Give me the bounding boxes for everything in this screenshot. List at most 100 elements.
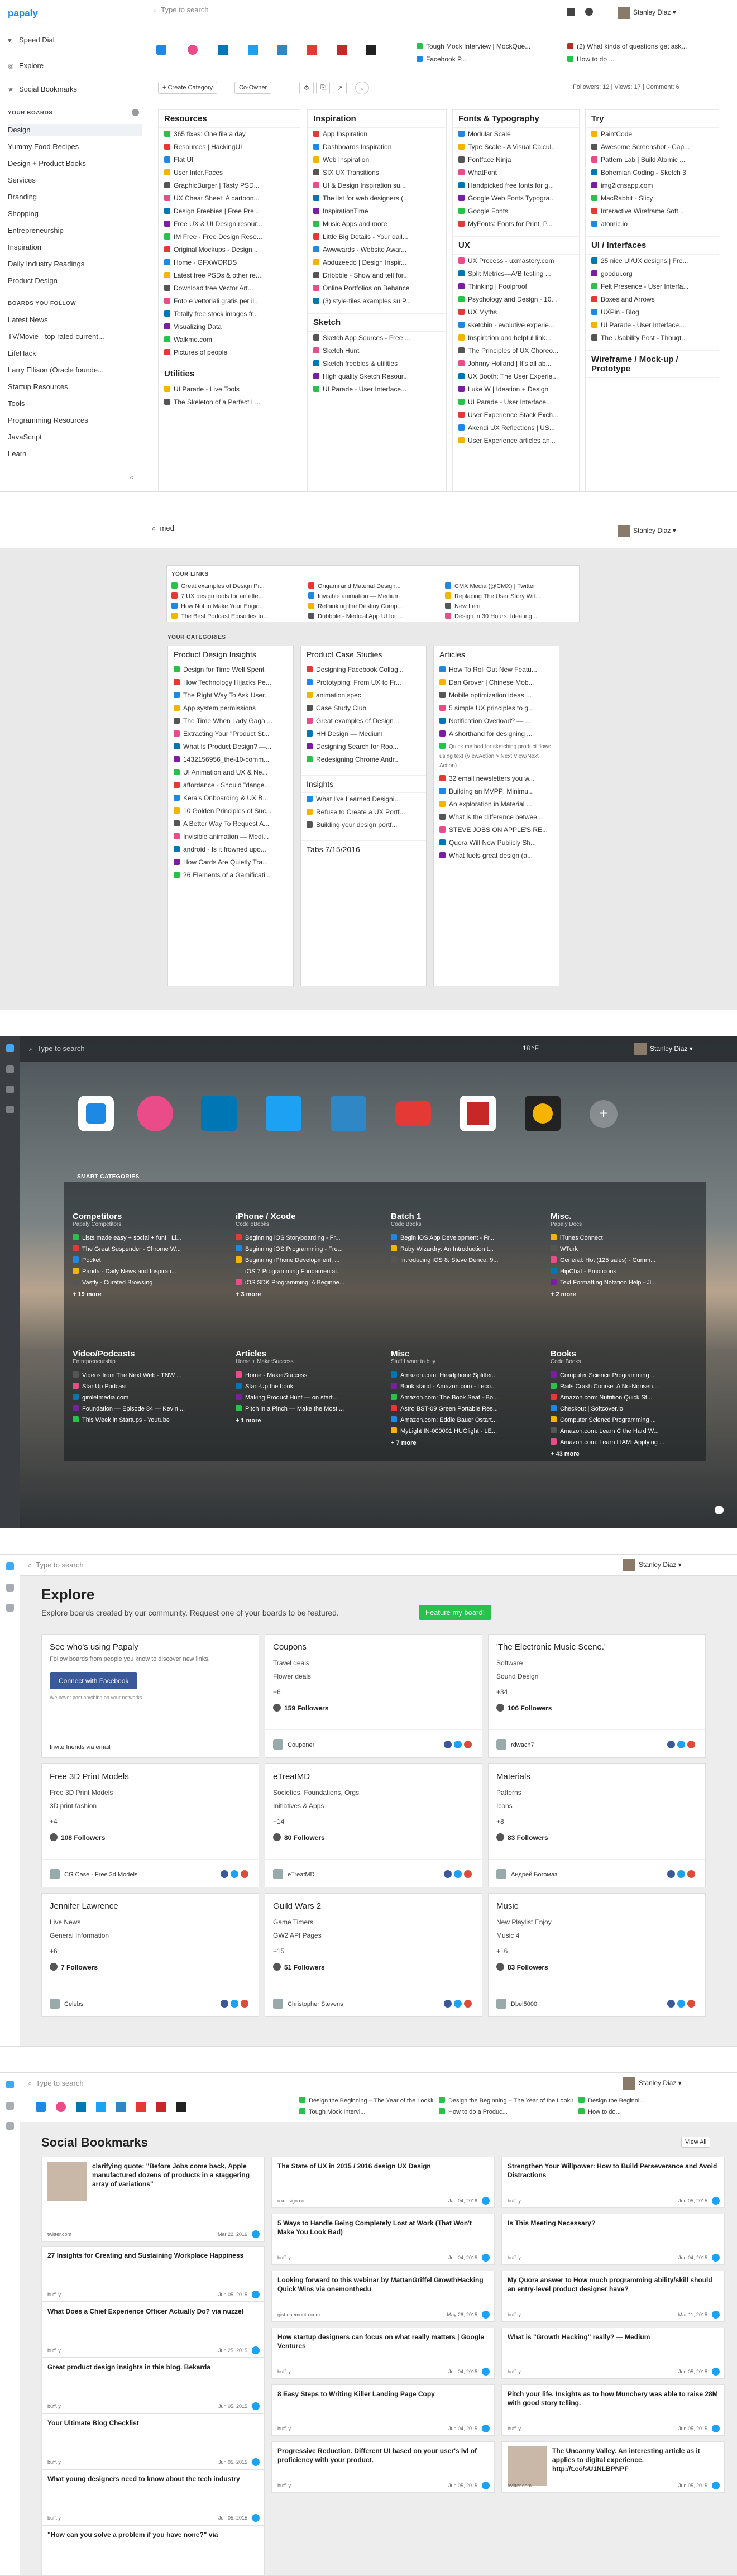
explore-icon[interactable] bbox=[6, 2102, 14, 2110]
link-item[interactable]: Little Big Details - Your dail... bbox=[308, 231, 446, 243]
follow-icon[interactable] bbox=[496, 1833, 504, 1841]
link-item[interactable]: Lists made easy + social + fun! | Li... bbox=[73, 1232, 218, 1243]
link-item[interactable]: The Right Way To Ask User... bbox=[168, 689, 293, 702]
link-item[interactable]: Original Mockups - Design... bbox=[159, 243, 300, 256]
link-item[interactable]: 365 fixes: One file a day bbox=[159, 128, 300, 141]
explore-board-card[interactable]: Guild Wars 2 Game Timers GW2 API Pages +15 5… bbox=[265, 1893, 482, 2017]
bookmark-card[interactable]: Progressive Reduction. Different UI base… bbox=[271, 2441, 495, 2493]
papaly-icon[interactable] bbox=[6, 1562, 14, 1570]
share-board-icon[interactable]: ⎘ bbox=[316, 82, 330, 94]
bookmark-card[interactable]: 8 Easy Steps to Writing Killer Landing P… bbox=[271, 2384, 495, 2436]
link-item[interactable]: What is the difference betwee... bbox=[434, 811, 559, 824]
co-owner-button[interactable]: Co-Owner bbox=[234, 82, 272, 94]
link-item[interactable]: IM Free - Free Design Reso... bbox=[159, 231, 300, 243]
link-item[interactable]: Start-Up the book bbox=[236, 1380, 381, 1392]
category-title[interactable]: Books bbox=[551, 1349, 696, 1359]
link-item[interactable]: Type Scale - A Visual Calcul... bbox=[453, 141, 579, 154]
link-item[interactable]: Building your design portf... bbox=[301, 819, 426, 831]
google-plus-icon[interactable] bbox=[687, 1870, 695, 1878]
dribbble-icon[interactable] bbox=[188, 45, 198, 55]
link-item[interactable]: The list for web designers (... bbox=[308, 192, 446, 205]
dribbble-icon[interactable] bbox=[137, 1096, 173, 1131]
link-item[interactable]: android - Is it frowned upo... bbox=[168, 843, 293, 856]
link-item[interactable]: The Great Suspender - Chrome W... bbox=[73, 1243, 218, 1254]
nav-explore[interactable]: ◎ Explore bbox=[8, 61, 44, 70]
link-item[interactable]: Book stand - Amazon.com - Leco... bbox=[391, 1380, 536, 1392]
twitter-icon[interactable] bbox=[712, 2368, 720, 2376]
link-item[interactable]: Resources | HackingUI bbox=[159, 141, 300, 154]
link-item[interactable]: WhatFont bbox=[453, 166, 579, 179]
pdf-icon[interactable] bbox=[156, 2102, 166, 2112]
link-item[interactable]: Free UX & UI Design resour... bbox=[159, 218, 300, 231]
twitter-icon[interactable] bbox=[482, 2254, 490, 2262]
followed-board-item[interactable]: Latest News bbox=[8, 314, 142, 326]
bookmark-card[interactable]: Great product design insights in this bl… bbox=[41, 2358, 265, 2413]
facebook-icon[interactable] bbox=[221, 2000, 228, 2008]
bookmark-card[interactable]: 27 Insights for Creating and Sustaining … bbox=[41, 2246, 265, 2302]
link-item[interactable]: UX Cheat Sheet: A cartoon... bbox=[159, 192, 300, 205]
tab-item[interactable]: Tough Mock Intervi... bbox=[299, 2107, 433, 2118]
grid-icon[interactable] bbox=[6, 1106, 14, 1113]
link-item[interactable]: A shorthand for designing ... bbox=[434, 728, 559, 740]
twitter-icon[interactable] bbox=[454, 1870, 462, 1878]
link-item[interactable]: MacRabbit - Slicy bbox=[586, 192, 719, 205]
add-dial-icon[interactable]: + bbox=[590, 1100, 618, 1128]
link-item[interactable]: Making Product Hunt — on start... bbox=[236, 1392, 381, 1403]
tab-item[interactable]: How to do... bbox=[578, 2107, 712, 2118]
board-item[interactable]: Design bbox=[8, 124, 142, 136]
link-item[interactable]: Beginning iOS Programming - Fre... bbox=[236, 1243, 381, 1254]
follow-icon[interactable] bbox=[50, 1963, 58, 1971]
category-title[interactable]: Articles bbox=[434, 646, 559, 663]
link-item[interactable]: Quick method for sketching product flows… bbox=[434, 740, 559, 772]
whale-icon[interactable] bbox=[277, 45, 287, 55]
category-title[interactable]: Video/Podcasts bbox=[73, 1349, 218, 1359]
category-title[interactable]: UI / Interfaces bbox=[586, 236, 719, 255]
export-icon[interactable]: ↗ bbox=[333, 82, 347, 94]
twitter-icon[interactable] bbox=[482, 2482, 490, 2489]
settings-icon[interactable]: ⚙ bbox=[299, 82, 314, 94]
link-item[interactable]: Felt Presence - User Interfa... bbox=[586, 280, 719, 293]
link-item[interactable]: GraphicBurger | Tasty PSD... bbox=[159, 179, 300, 192]
tab-item[interactable]: (2) What kinds of questions get ask... bbox=[562, 40, 724, 53]
bookmark-card[interactable]: "How can you solve a problem if you have… bbox=[41, 2525, 265, 2575]
link-item[interactable]: Home - MakerSuccess bbox=[236, 1369, 381, 1380]
link-item[interactable]: Case Study Club bbox=[301, 702, 426, 715]
twitter-icon[interactable] bbox=[677, 1870, 685, 1878]
category-title[interactable]: Inspiration bbox=[308, 110, 446, 128]
bookmark-card[interactable]: Your Ultimate Blog Checklist buff.ly Jun 0… bbox=[41, 2413, 265, 2469]
link-item[interactable]: Designing Facebook Collag... bbox=[301, 663, 426, 676]
connect-facebook-button[interactable]: Connect with Facebook bbox=[50, 1672, 138, 1689]
link-item[interactable]: Design in 30 Hours: Ideating ... bbox=[445, 611, 579, 622]
link-item[interactable]: PaintCode bbox=[586, 128, 719, 141]
twitter-icon[interactable] bbox=[252, 2458, 260, 2466]
tab-item[interactable]: How to do a Produc... bbox=[439, 2107, 573, 2118]
explore-board-card[interactable]: Materials Patterns Icons +8 83 Followers Андр… bbox=[488, 1763, 706, 1887]
board-item[interactable]: Design + Product Books bbox=[8, 157, 142, 170]
link-item[interactable]: Dribbble - Show and tell for... bbox=[308, 269, 446, 282]
category-title[interactable]: Utilities bbox=[159, 365, 300, 383]
link-item[interactable]: The Skeleton of a Perfect L... bbox=[159, 396, 300, 409]
board-item[interactable]: Entrepreneurship bbox=[8, 224, 142, 237]
nav-social-bookmarks[interactable]: ★ Social Bookmarks bbox=[8, 85, 77, 93]
link-item[interactable]: App system permissions bbox=[168, 702, 293, 715]
facebook-icon[interactable] bbox=[667, 1870, 675, 1878]
more-link[interactable]: + 7 more bbox=[391, 1440, 536, 1446]
followed-board-item[interactable]: Tools bbox=[8, 398, 142, 410]
link-item[interactable]: Dashboards Inspiration bbox=[308, 141, 446, 154]
link-item[interactable]: Computer Science Programming ... bbox=[551, 1369, 696, 1380]
link-item[interactable]: Music Apps and more bbox=[308, 218, 446, 231]
link-item[interactable]: Panda - Daily News and Inspirati... bbox=[73, 1265, 218, 1277]
link-item[interactable]: The Best Podcast Episodes fo... bbox=[171, 611, 305, 622]
link-item[interactable]: UI & Design Inspiration su... bbox=[308, 179, 446, 192]
explore-board-card[interactable]: Coupons Travel deals Flower deals +6 159 Fol… bbox=[265, 1634, 482, 1758]
link-item[interactable]: Online Portfolios on Behance bbox=[308, 282, 446, 295]
twitter-icon[interactable] bbox=[266, 1096, 302, 1131]
collapse-icon[interactable]: « bbox=[130, 472, 134, 481]
twitter-icon[interactable] bbox=[252, 2346, 260, 2354]
category-title[interactable]: Misc. bbox=[551, 1212, 696, 1221]
board-item[interactable]: Daily Industry Readings bbox=[8, 258, 142, 270]
category-title[interactable]: Tabs 7/15/2016 bbox=[301, 840, 426, 858]
google-plus-icon[interactable] bbox=[241, 2000, 248, 2008]
link-item[interactable]: Replacing The User Story Wit... bbox=[445, 591, 579, 601]
twitter-icon[interactable] bbox=[712, 2425, 720, 2432]
